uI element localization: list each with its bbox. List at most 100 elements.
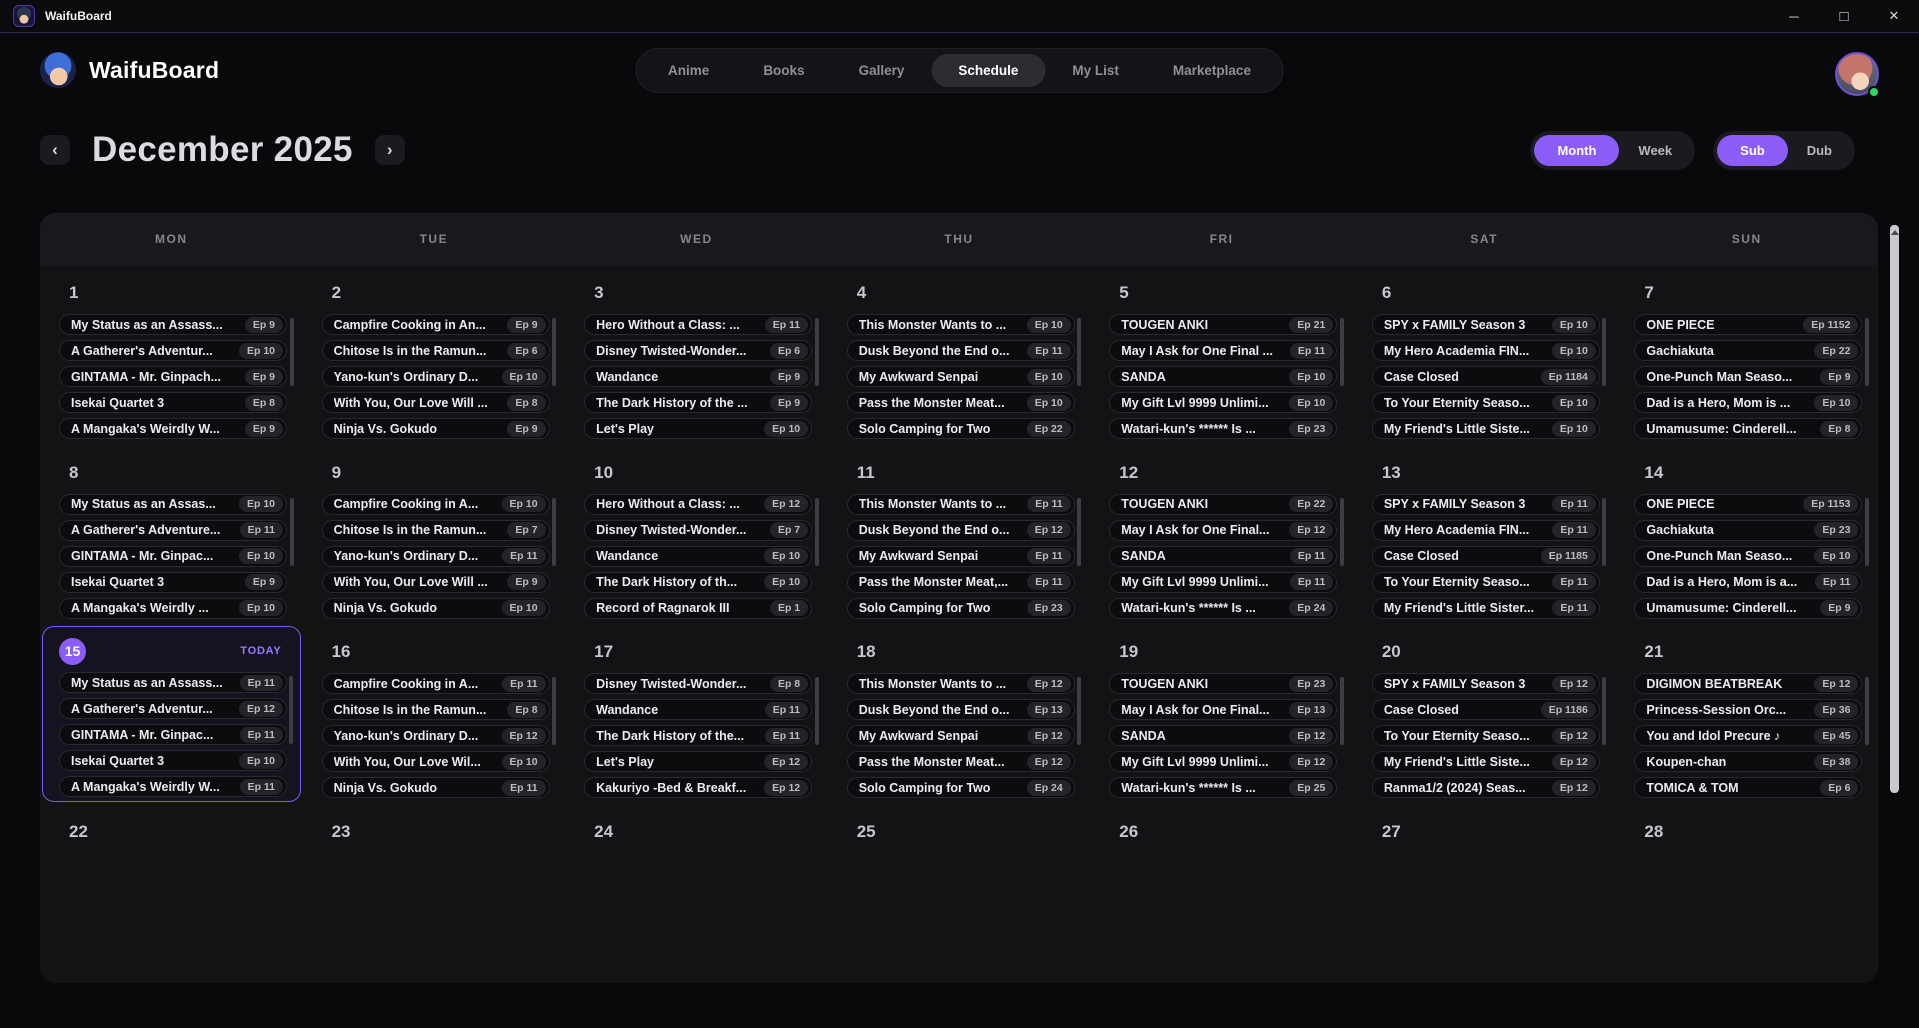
day-cell-12[interactable]: 12TOUGEN ANKIEp 22May I Ask for One Fina… [1090,445,1353,625]
episode-pill[interactable]: SANDAEp 11 [1109,546,1337,567]
episode-pill[interactable]: Disney Twisted-Wonder...Ep 6 [584,340,812,361]
episode-pill[interactable]: My Status as an Assas...Ep 10 [59,494,287,515]
day-cell-28[interactable]: 28 [1615,804,1878,984]
day-cell-21[interactable]: 21DIGIMON BEATBREAKEp 12Princess-Session… [1615,624,1878,804]
user-avatar[interactable] [1835,52,1879,96]
episode-pill[interactable]: Dad is a Hero, Mom is a...Ep 11 [1634,572,1862,593]
day-cell-17[interactable]: 17Disney Twisted-Wonder...Ep 8WandanceEp… [565,624,828,804]
day-cell-19[interactable]: 19TOUGEN ANKIEp 23May I Ask for One Fina… [1090,624,1353,804]
episode-pill[interactable]: Ranma1/2 (2024) Seas...Ep 12 [1372,777,1600,798]
episode-pill[interactable]: The Dark History of the...Ep 11 [584,725,812,746]
episode-pill[interactable]: Pass the Monster Meat,...Ep 11 [847,572,1075,593]
episode-pill[interactable]: Yano-kun's Ordinary D...Ep 11 [322,546,550,567]
episode-pill[interactable]: Chitose Is in the Ramun...Ep 6 [322,340,550,361]
episode-pill[interactable]: Case ClosedEp 1185 [1372,546,1600,567]
minimize-button[interactable]: ─ [1769,0,1819,32]
episode-list-scrollbar[interactable] [1865,318,1869,386]
day-cell-6[interactable]: 6SPY x FAMILY Season 3Ep 10My Hero Acade… [1353,265,1616,445]
episode-pill[interactable]: SPY x FAMILY Season 3Ep 10 [1372,314,1600,335]
episode-list-scrollbar[interactable] [290,318,294,386]
episode-pill[interactable]: Campfire Cooking in A...Ep 10 [322,494,550,515]
nav-tab-gallery[interactable]: Gallery [832,54,932,87]
episode-list-scrollbar[interactable] [1077,677,1081,745]
episode-pill[interactable]: Pass the Monster Meat...Ep 10 [847,392,1075,413]
episode-list-scrollbar[interactable] [1077,498,1081,566]
lang-toggle-dub[interactable]: Dub [1788,135,1851,166]
episode-pill[interactable]: This Monster Wants to ...Ep 12 [847,673,1075,694]
day-cell-26[interactable]: 26 [1090,804,1353,984]
previous-month-button[interactable]: ‹ [40,135,70,165]
episode-list-scrollbar[interactable] [1865,677,1869,745]
episode-pill[interactable]: Hero Without a Class: ...Ep 12 [584,494,812,515]
episode-pill[interactable]: My Awkward SenpaiEp 10 [847,366,1075,387]
episode-pill[interactable]: May I Ask for One Final...Ep 13 [1109,699,1337,720]
episode-pill[interactable]: Campfire Cooking in An...Ep 9 [322,314,550,335]
episode-pill[interactable]: GachiakutaEp 22 [1634,340,1862,361]
episode-pill[interactable]: My Gift Lvl 9999 Unlimi...Ep 10 [1109,392,1337,413]
episode-pill[interactable]: Isekai Quartet 3Ep 9 [59,572,287,593]
nav-tab-my-list[interactable]: My List [1045,54,1146,87]
view-toggle-week[interactable]: Week [1619,135,1691,166]
nav-tab-schedule[interactable]: Schedule [931,54,1045,87]
episode-pill[interactable]: Chitose Is in the Ramun...Ep 7 [322,520,550,541]
episode-pill[interactable]: Isekai Quartet 3Ep 10 [59,750,287,771]
episode-list-scrollbar[interactable] [815,677,819,745]
episode-pill[interactable]: Umamusume: Cinderell...Ep 8 [1634,418,1862,439]
episode-pill[interactable]: Koupen-chanEp 38 [1634,751,1862,772]
episode-pill[interactable]: Campfire Cooking in A...Ep 11 [322,673,550,694]
day-cell-2[interactable]: 2Campfire Cooking in An...Ep 9Chitose Is… [303,265,566,445]
episode-pill[interactable]: Watari-kun's ****** Is ...Ep 25 [1109,777,1337,798]
episode-list-scrollbar[interactable] [815,318,819,386]
episode-pill[interactable]: GINTAMA - Mr. Ginpac...Ep 10 [59,546,287,567]
episode-pill[interactable]: A Mangaka's Weirdly W...Ep 11 [59,776,287,797]
episode-pill[interactable]: Solo Camping for TwoEp 24 [847,777,1075,798]
episode-list-scrollbar[interactable] [1602,498,1606,566]
main-scrollbar[interactable] [1890,225,1899,793]
episode-pill[interactable]: A Gatherer's Adventure...Ep 11 [59,520,287,541]
day-cell-11[interactable]: 11This Monster Wants to ...Ep 11Dusk Bey… [828,445,1091,625]
episode-pill[interactable]: Yano-kun's Ordinary D...Ep 10 [322,366,550,387]
episode-pill[interactable]: SPY x FAMILY Season 3Ep 11 [1372,494,1600,515]
view-toggle-month[interactable]: Month [1534,135,1619,166]
episode-pill[interactable]: Kakuriyo -Bed & Breakf...Ep 12 [584,777,812,798]
episode-pill[interactable]: May I Ask for One Final ...Ep 11 [1109,340,1337,361]
episode-pill[interactable]: Let's PlayEp 10 [584,418,812,439]
episode-pill[interactable]: ONE PIECEEp 1152 [1634,314,1862,335]
day-cell-15[interactable]: 15TODAYMy Status as an Assass...Ep 11A G… [42,626,301,802]
episode-list-scrollbar[interactable] [1340,318,1344,386]
episode-pill[interactable]: To Your Eternity Seaso...Ep 11 [1372,572,1600,593]
episode-pill[interactable]: Solo Camping for TwoEp 22 [847,418,1075,439]
episode-pill[interactable]: Hero Without a Class: ...Ep 11 [584,314,812,335]
episode-list-scrollbar[interactable] [552,677,556,745]
episode-pill[interactable]: ONE PIECEEp 1153 [1634,494,1862,515]
day-cell-9[interactable]: 9Campfire Cooking in A...Ep 10Chitose Is… [303,445,566,625]
episode-pill[interactable]: To Your Eternity Seaso...Ep 10 [1372,392,1600,413]
episode-pill[interactable]: SPY x FAMILY Season 3Ep 12 [1372,673,1600,694]
episode-pill[interactable]: Isekai Quartet 3Ep 8 [59,392,287,413]
day-cell-10[interactable]: 10Hero Without a Class: ...Ep 12Disney T… [565,445,828,625]
episode-pill[interactable]: WandanceEp 10 [584,546,812,567]
day-cell-25[interactable]: 25 [828,804,1091,984]
episode-list-scrollbar[interactable] [289,676,293,744]
episode-pill[interactable]: My Hero Academia FIN...Ep 11 [1372,520,1600,541]
episode-pill[interactable]: My Awkward SenpaiEp 12 [847,725,1075,746]
episode-pill[interactable]: A Mangaka's Weirdly ...Ep 10 [59,598,287,619]
episode-pill[interactable]: Watari-kun's ****** Is ...Ep 24 [1109,598,1337,619]
lang-toggle-sub[interactable]: Sub [1717,135,1788,166]
episode-pill[interactable]: Watari-kun's ****** Is ...Ep 23 [1109,418,1337,439]
maximize-button[interactable]: □ [1819,0,1869,32]
episode-pill[interactable]: Let's PlayEp 12 [584,751,812,772]
day-cell-24[interactable]: 24 [565,804,828,984]
episode-pill[interactable]: With You, Our Love Will ...Ep 8 [322,392,550,413]
episode-pill[interactable]: A Gatherer's Adventur...Ep 12 [59,698,287,719]
day-cell-5[interactable]: 5TOUGEN ANKIEp 21May I Ask for One Final… [1090,265,1353,445]
episode-pill[interactable]: Dusk Beyond the End o...Ep 12 [847,520,1075,541]
episode-pill[interactable]: TOUGEN ANKIEp 22 [1109,494,1337,515]
episode-list-scrollbar[interactable] [1602,677,1606,745]
next-month-button[interactable]: › [375,135,405,165]
episode-pill[interactable]: SANDAEp 12 [1109,725,1337,746]
episode-pill[interactable]: Case ClosedEp 1186 [1372,699,1600,720]
day-cell-22[interactable]: 22 [40,804,303,984]
episode-pill[interactable]: DIGIMON BEATBREAKEp 12 [1634,673,1862,694]
episode-pill[interactable]: Pass the Monster Meat...Ep 12 [847,751,1075,772]
